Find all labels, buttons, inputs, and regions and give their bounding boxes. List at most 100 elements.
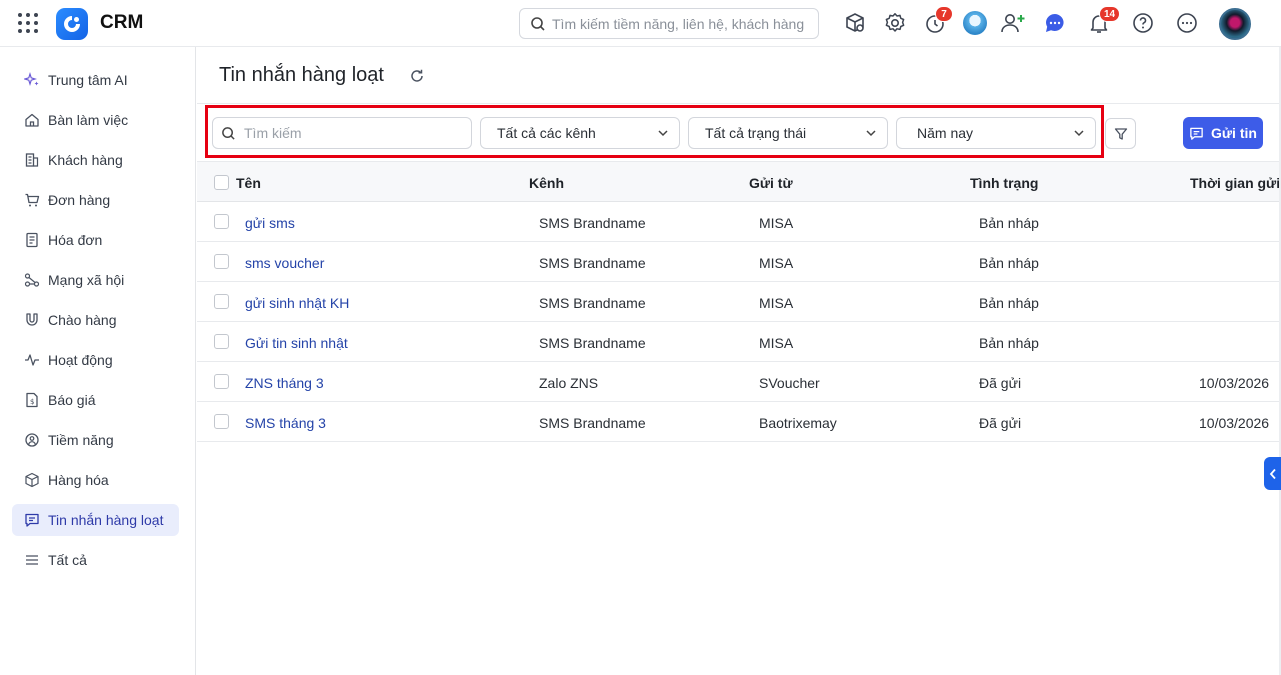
- column-header-channel[interactable]: Kênh: [529, 175, 564, 191]
- table-row[interactable]: ZNS tháng 3 Zalo ZNS SVoucher Đã gửi 10/…: [197, 362, 1281, 402]
- target-icon: [24, 432, 40, 448]
- building-icon: [24, 152, 40, 168]
- notification-badge: 14: [1099, 6, 1121, 22]
- sidebar-item-quotes[interactable]: $ Báo giá: [12, 384, 179, 416]
- sidebar-item-customers[interactable]: Khách hàng: [12, 144, 179, 176]
- status-cell: Bản nháp: [979, 215, 1039, 231]
- message-name-link[interactable]: ZNS tháng 3: [245, 375, 324, 391]
- sidebar-item-label: Tất cả: [48, 552, 87, 568]
- select-all-checkbox[interactable]: [214, 175, 229, 190]
- timer-badge: 7: [935, 6, 953, 22]
- status-cell: Đã gửi: [979, 415, 1022, 431]
- channel-cell: Zalo ZNS: [539, 375, 599, 391]
- send-message-label: Gửi tin: [1211, 125, 1257, 141]
- column-header-status[interactable]: Tình trạng: [970, 175, 1038, 191]
- sidebar-item-leads[interactable]: Tiềm năng: [12, 424, 179, 456]
- column-header-sender[interactable]: Gửi từ: [749, 175, 793, 191]
- row-checkbox[interactable]: [214, 214, 229, 229]
- sidebar-item-label: Báo giá: [48, 392, 96, 408]
- send-message-button[interactable]: Gửi tin: [1183, 117, 1263, 149]
- divider: [197, 103, 1281, 104]
- magnet-icon: [24, 312, 40, 328]
- sidebar-item-label: Khách hàng: [48, 152, 123, 168]
- row-checkbox[interactable]: [214, 414, 229, 429]
- global-search[interactable]: [519, 8, 819, 39]
- message-name-link[interactable]: Gửi tin sinh nhật: [245, 335, 348, 351]
- sidebar-item-label: Tin nhắn hàng loạt: [48, 512, 164, 528]
- message-name-link[interactable]: SMS tháng 3: [245, 415, 326, 431]
- sidebar-item-workspace[interactable]: Bàn làm việc: [12, 104, 179, 136]
- row-checkbox[interactable]: [214, 334, 229, 349]
- channel-cell: SMS Brandname: [539, 215, 646, 231]
- row-checkbox[interactable]: [214, 374, 229, 389]
- sidebar-item-label: Mạng xã hội: [48, 272, 125, 288]
- sidebar-item-offers[interactable]: Chào hàng: [12, 304, 179, 336]
- sender-cell: MISA: [759, 255, 794, 271]
- add-user-icon[interactable]: [1000, 11, 1025, 35]
- filter-icon: [1114, 127, 1127, 140]
- sidebar-item-label: Hóa đơn: [48, 232, 103, 248]
- menu-icon: [24, 552, 40, 568]
- sidebar-item-all[interactable]: Tất cả: [12, 544, 179, 576]
- help-icon[interactable]: [1131, 11, 1155, 35]
- sidebar-item-activities[interactable]: Hoạt động: [12, 344, 179, 376]
- channel-cell: SMS Brandname: [539, 255, 646, 271]
- table-row[interactable]: sms voucher SMS Brandname MISA Bản nháp: [197, 242, 1281, 282]
- advanced-filter-button[interactable]: [1105, 118, 1136, 149]
- more-options-icon[interactable]: [1175, 11, 1199, 35]
- row-checkbox[interactable]: [214, 294, 229, 309]
- notification-bell-icon[interactable]: 14: [1087, 6, 1121, 35]
- column-header-name[interactable]: Tên: [236, 175, 261, 191]
- message-name-link[interactable]: gửi sms: [245, 215, 295, 231]
- channel-cell: SMS Brandname: [539, 335, 646, 351]
- sidebar-item-ai-center[interactable]: Trung tâm AI: [12, 64, 179, 96]
- page-title: Tin nhắn hàng loạt: [219, 64, 384, 86]
- sidebar-item-bulk-messages[interactable]: Tin nhắn hàng loạt: [12, 504, 179, 536]
- sparkle-icon: [24, 72, 40, 88]
- crm-logo-icon[interactable]: [56, 8, 88, 40]
- apps-grid-icon[interactable]: [18, 13, 38, 33]
- sent-time-cell: 10/03/2026: [1199, 415, 1270, 431]
- message-name-link[interactable]: sms voucher: [245, 255, 324, 271]
- timer-icon[interactable]: 7: [923, 6, 953, 35]
- highlight-box: [205, 105, 1104, 158]
- column-header-sent-time[interactable]: Thời gian gửi: [1190, 175, 1280, 191]
- sidebar-item-orders[interactable]: Đơn hàng: [12, 184, 179, 216]
- row-checkbox[interactable]: [214, 254, 229, 269]
- sender-cell: MISA: [759, 215, 794, 231]
- table-row[interactable]: gửi sinh nhật KH SMS Brandname MISA Bản …: [197, 282, 1281, 322]
- message-icon: [24, 512, 40, 528]
- table-header: Tên Kênh Gửi từ Tình trạng Thời gian gửi: [197, 161, 1281, 202]
- sidebar-item-products[interactable]: Hàng hóa: [12, 464, 179, 496]
- sidebar-item-label: Trung tâm AI: [48, 72, 128, 88]
- table-row[interactable]: SMS tháng 3 SMS Brandname Baotrixemay Đã…: [197, 402, 1281, 442]
- sidebar-item-invoices[interactable]: Hóa đơn: [12, 224, 179, 256]
- sender-cell: Baotrixemay: [759, 415, 837, 431]
- box-icon: [24, 472, 40, 488]
- refresh-icon[interactable]: [409, 68, 425, 84]
- table-row[interactable]: gửi sms SMS Brandname MISA Bản nháp: [197, 202, 1281, 242]
- message-icon: [1190, 127, 1203, 140]
- sender-cell: SVoucher: [759, 375, 820, 391]
- global-search-input[interactable]: [552, 15, 812, 32]
- message-name-link[interactable]: gửi sinh nhật KH: [245, 295, 349, 311]
- status-cell: Bản nháp: [979, 335, 1039, 351]
- quote-icon: $: [24, 392, 40, 408]
- settings-gear-icon[interactable]: [883, 11, 907, 35]
- network-icon: [24, 272, 40, 288]
- sidebar: Trung tâm AI Bàn làm việc Khách hàng Đơn…: [0, 47, 196, 675]
- channel-cell: SMS Brandname: [539, 295, 646, 311]
- channel-cell: SMS Brandname: [539, 415, 646, 431]
- chat-icon[interactable]: [1043, 11, 1067, 35]
- user-avatar[interactable]: [1219, 8, 1251, 40]
- panel-collapse-button[interactable]: [1264, 457, 1281, 490]
- cart-icon: [24, 192, 40, 208]
- pulse-icon: [24, 352, 40, 368]
- table-row[interactable]: Gửi tin sinh nhật SMS Brandname MISA Bản…: [197, 322, 1281, 362]
- package-search-icon[interactable]: [843, 11, 867, 35]
- sidebar-item-social[interactable]: Mạng xã hội: [12, 264, 179, 296]
- invoice-icon: [24, 232, 40, 248]
- status-cell: Đã gửi: [979, 375, 1022, 391]
- sidebar-item-label: Bàn làm việc: [48, 112, 129, 128]
- ai-assistant-avatar[interactable]: [963, 11, 987, 35]
